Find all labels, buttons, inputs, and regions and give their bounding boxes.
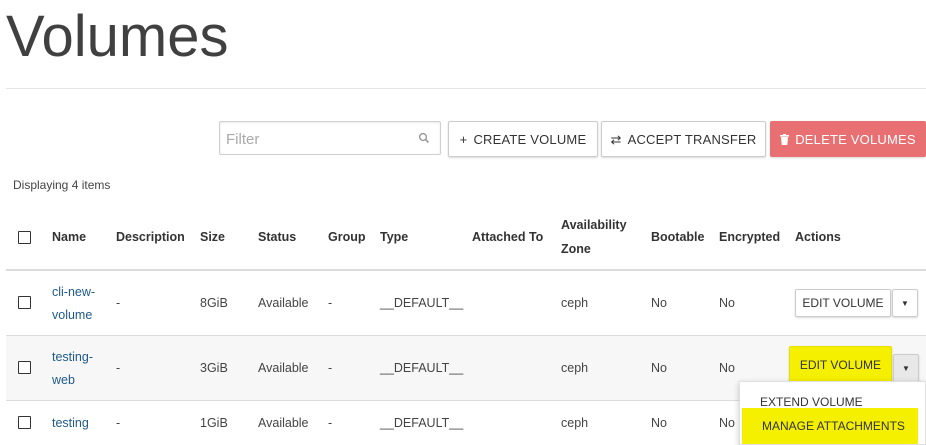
- delete-volumes-button[interactable]: DELETE VOLUMES: [770, 121, 926, 157]
- cell-status: Available: [258, 296, 309, 310]
- filter-input[interactable]: [224, 124, 408, 154]
- actions-dropdown-menu: EXTEND VOLUME MANAGE ATTACHMENTS: [739, 381, 926, 445]
- display-count: Displaying 4 items: [13, 178, 111, 192]
- header-name[interactable]: Name: [52, 230, 86, 244]
- row-checkbox[interactable]: [18, 296, 31, 309]
- volume-name-link-line2[interactable]: volume: [52, 304, 92, 326]
- header-availability-zone-line2: Zone: [561, 242, 591, 256]
- cell-type: __DEFAULT__: [380, 416, 464, 430]
- actions-dropdown-toggle[interactable]: ▼: [893, 354, 919, 382]
- volume-name-link[interactable]: cli-new-: [52, 281, 95, 303]
- cell-description: -: [116, 361, 121, 375]
- header-encrypted[interactable]: Encrypted: [719, 230, 780, 244]
- delete-volumes-label: DELETE VOLUMES: [795, 131, 916, 147]
- row-checkbox[interactable]: [18, 361, 31, 374]
- cell-description: -: [116, 296, 121, 310]
- caret-down-icon: ▼: [901, 298, 909, 308]
- header-status[interactable]: Status: [258, 230, 296, 244]
- cell-size: 3GiB: [200, 361, 228, 375]
- caret-down-icon: ▼: [902, 363, 910, 373]
- title-divider: [6, 88, 926, 89]
- filter-box[interactable]: [219, 121, 441, 155]
- create-volume-button[interactable]: + CREATE VOLUME: [448, 121, 598, 157]
- header-actions: Actions: [795, 230, 841, 244]
- select-all-checkbox[interactable]: [18, 231, 31, 244]
- cell-encrypted: No: [719, 361, 735, 375]
- cell-size: 1GiB: [200, 416, 228, 430]
- actions-dropdown-toggle[interactable]: ▼: [892, 289, 918, 317]
- cell-type: __DEFAULT__: [380, 296, 464, 310]
- plus-icon: +: [459, 131, 468, 147]
- cell-encrypted: No: [719, 416, 735, 430]
- header-description[interactable]: Description: [116, 230, 185, 244]
- trash-icon: [780, 133, 790, 145]
- cell-zone: ceph: [561, 416, 589, 430]
- cell-description: -: [116, 416, 121, 430]
- cell-size: 8GiB: [200, 296, 228, 310]
- volume-name-link-line2[interactable]: web: [52, 369, 75, 391]
- cell-bootable: No: [651, 416, 667, 430]
- header-group[interactable]: Group: [328, 230, 366, 244]
- header-type[interactable]: Type: [380, 230, 408, 244]
- page-title: Volumes: [6, 4, 229, 69]
- cell-bootable: No: [651, 361, 667, 375]
- cell-bootable: No: [651, 296, 667, 310]
- volume-name-link[interactable]: testing-: [52, 346, 93, 368]
- cell-type: __DEFAULT__: [380, 361, 464, 375]
- cell-group: -: [328, 361, 333, 375]
- table-row: [6, 271, 926, 335]
- cell-group: -: [328, 296, 333, 310]
- edit-volume-button[interactable]: EDIT VOLUME: [789, 346, 892, 384]
- header-bootable[interactable]: Bootable: [651, 230, 704, 244]
- search-icon: [418, 132, 430, 144]
- menu-item-manage-attachments[interactable]: MANAGE ATTACHMENTS: [742, 408, 918, 444]
- volume-name-link[interactable]: testing: [52, 412, 89, 434]
- cell-status: Available: [258, 416, 309, 430]
- exchange-icon: ⇄: [610, 131, 622, 147]
- header-size[interactable]: Size: [200, 230, 225, 244]
- header-availability-zone[interactable]: Availability: [561, 218, 627, 232]
- header-attached-to[interactable]: Attached To: [472, 230, 543, 244]
- cell-group: -: [328, 416, 333, 430]
- create-volume-label: CREATE VOLUME: [473, 131, 587, 147]
- cell-zone: ceph: [561, 296, 589, 310]
- cell-encrypted: No: [719, 296, 735, 310]
- cell-zone: ceph: [561, 361, 589, 375]
- accept-transfer-button[interactable]: ⇄ ACCEPT TRANSFER: [601, 121, 766, 157]
- edit-volume-button[interactable]: EDIT VOLUME: [795, 289, 891, 317]
- accept-transfer-label: ACCEPT TRANSFER: [627, 131, 757, 147]
- row-checkbox[interactable]: [18, 416, 31, 429]
- cell-status: Available: [258, 361, 309, 375]
